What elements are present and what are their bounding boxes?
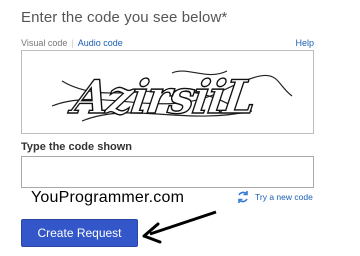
- page-heading: Enter the code you see below*: [21, 9, 228, 26]
- tab-visual-code[interactable]: Visual code: [21, 38, 67, 48]
- try-new-code-label: Try a new code: [255, 192, 313, 202]
- captcha-mode-tabs: Visual code | Audio code: [21, 38, 123, 48]
- help-link[interactable]: Help: [295, 38, 314, 48]
- create-request-button[interactable]: Create Request: [21, 219, 138, 247]
- captcha-code-input[interactable]: [21, 156, 314, 188]
- tab-audio-code[interactable]: Audio code: [78, 38, 123, 48]
- try-new-code-link[interactable]: Try a new code: [236, 190, 313, 204]
- refresh-icon: [238, 191, 248, 203]
- code-field-label: Type the code shown: [21, 141, 133, 153]
- tab-separator: |: [71, 38, 74, 48]
- annotation-arrow-icon: [142, 210, 217, 244]
- captcha-text: AzirsiiL: [66, 70, 258, 124]
- watermark-text: YouProgrammer.com: [31, 189, 185, 206]
- captcha-image: AzirsiiL: [21, 50, 314, 134]
